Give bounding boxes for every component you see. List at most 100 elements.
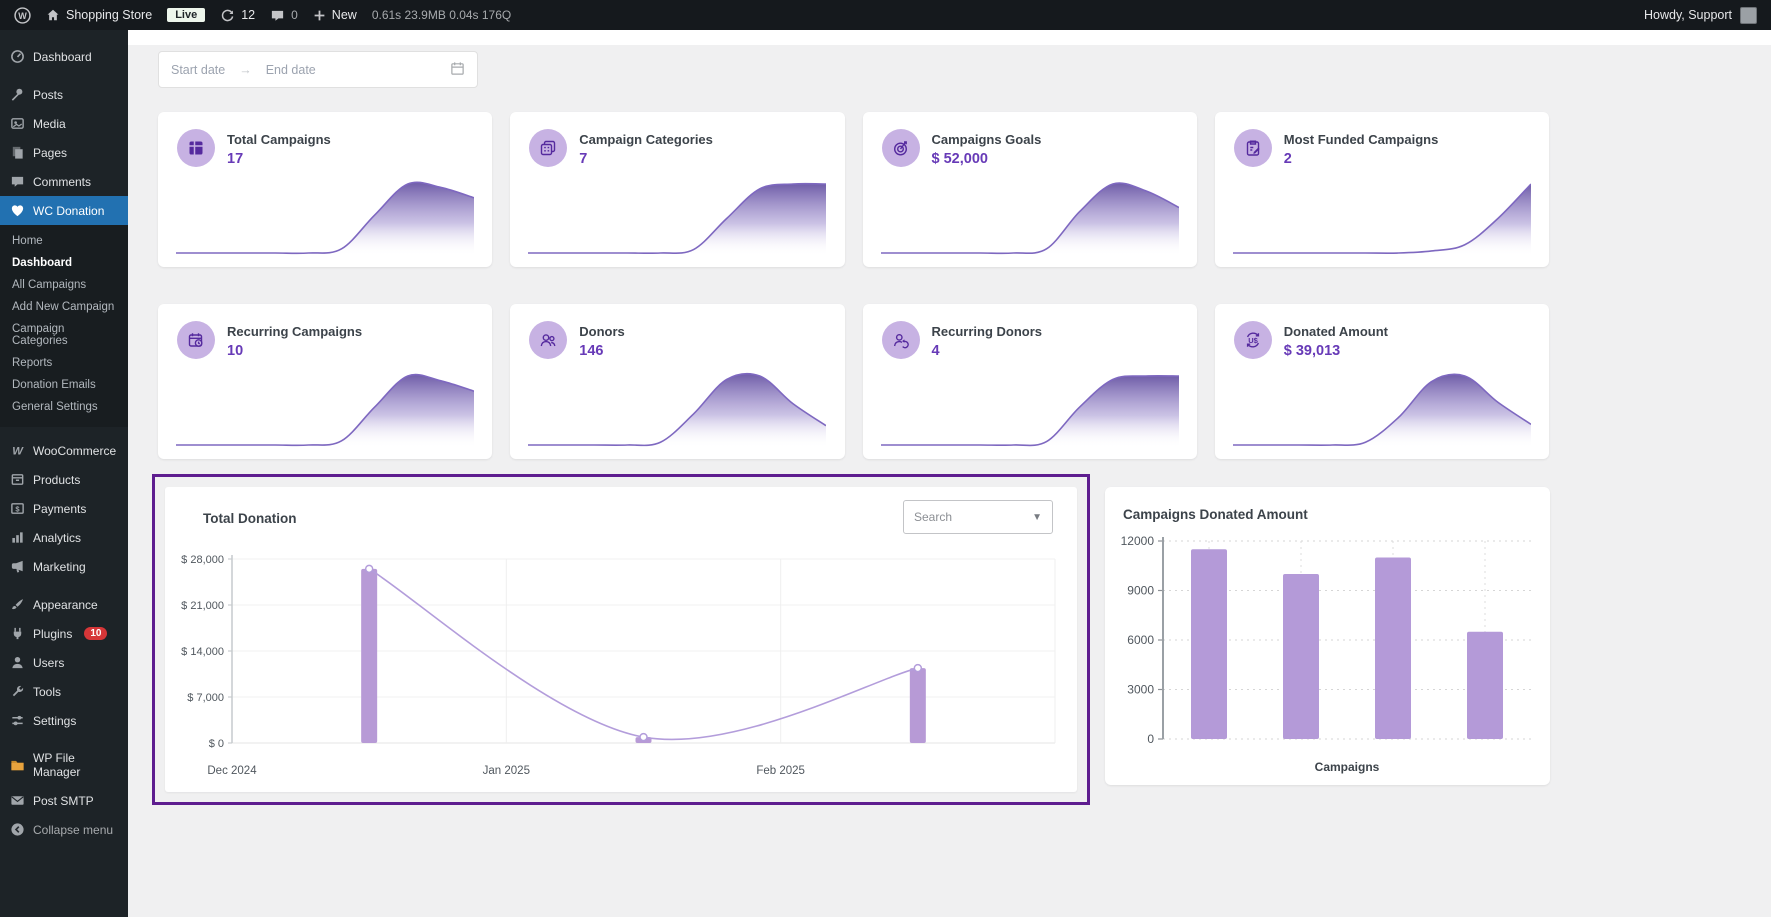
envelope-icon [10,793,25,808]
sidebar-item-wp-file-manager[interactable]: WP File Manager [0,744,128,786]
howdy-text: Howdy, Support [1643,8,1732,22]
sidebar-item-settings[interactable]: Settings [0,706,128,735]
sparkline-chart [176,373,474,448]
submenu-item-reports[interactable]: Reports [0,352,128,374]
start-date-input[interactable]: Start date [171,63,225,77]
card-value: 17 [227,151,244,167]
submenu-item-campaign-categories[interactable]: Campaign Categories [0,318,128,352]
account-menu[interactable]: Howdy, Support [1643,6,1757,24]
card-title: Donors [579,324,625,339]
stat-card-campaigns-goals: Campaigns Goals $ 52,000 [862,112,1197,267]
plus-icon [313,9,326,22]
card-value: 7 [579,151,588,167]
money-refresh-icon: U$ [1233,321,1272,359]
campaigns-donated-amount-title: Campaigns Donated Amount [1123,507,1308,522]
date-range-picker[interactable]: Start date → End date [158,51,478,88]
site-name-link[interactable]: Shopping Store [46,8,152,22]
categories-icon [529,129,568,167]
stat-card-donors: Donors 146 [510,304,845,459]
live-badge[interactable]: Live [167,8,206,22]
card-title: Most Funded Campaigns [1283,132,1439,147]
calendar-clock-icon [177,321,215,359]
sparkline-chart [880,374,1179,448]
submenu-item-home[interactable]: Home [0,230,128,252]
stat-cards-grid: Total Campaigns 17 Campaign Categories 7… [158,112,1549,459]
sidebar-item-media[interactable]: Media [0,109,128,138]
submenu-item-all-campaigns[interactable]: All Campaigns [0,274,128,296]
submenu-item-donation-emails[interactable]: Donation Emails [0,374,128,396]
sliders-icon [10,713,25,728]
sidebar-item-appearance[interactable]: Appearance [0,590,128,619]
svg-text:0: 0 [1147,732,1154,746]
wordpress-logo-icon[interactable]: W [14,6,31,24]
media-icon [10,116,25,131]
box-icon [10,472,25,487]
target-icon [881,129,920,167]
grid-icon [177,129,215,167]
card-title: Campaigns Goals [931,132,1042,147]
wc-donation-submenu: Home Dashboard All Campaigns Add New Cam… [0,225,128,427]
sidebar-item-products[interactable]: Products [0,465,128,494]
woocommerce-icon: W [10,443,25,458]
recurring-donor-icon [881,321,920,359]
comments-icon [10,174,25,189]
submenu-item-general-settings[interactable]: General Settings [0,396,128,418]
campaigns-donated-amount-card: Campaigns Donated Amount 0 3000 6000 9000 12… [1105,487,1550,785]
sidebar-item-pages[interactable]: Pages [0,138,128,167]
sidebar-item-users[interactable]: Users [0,648,128,677]
svg-text:$ 7,000: $ 7,000 [187,692,224,704]
submenu-item-dashboard[interactable]: Dashboard [0,252,128,274]
menu-separator [0,71,128,80]
megaphone-icon [10,559,25,574]
search-placeholder: Search [914,510,953,524]
bar-chart-icon [10,530,25,545]
calendar-icon [450,61,465,79]
updates-item[interactable]: 12 [220,8,255,23]
sidebar-item-comments[interactable]: Comments [0,167,128,196]
svg-text:U$: U$ [1248,336,1258,345]
pages-icon [10,145,25,160]
svg-text:$ 21,000: $ 21,000 [181,600,224,612]
sidebar-item-post-smtp[interactable]: Post SMTP [0,786,128,815]
date-range-arrow: → [239,62,252,77]
sidebar-item-wc-donation[interactable]: WC Donation [0,196,136,225]
sidebar-item-posts[interactable]: Posts [0,80,128,109]
dollar-card-icon: $ [10,501,25,516]
sidebar-item-analytics[interactable]: Analytics [0,523,128,552]
stat-card-recurring-campaigns: Recurring Campaigns 10 [158,304,493,459]
card-value: 2 [1283,151,1292,167]
submenu-item-add-new-campaign[interactable]: Add New Campaign [0,296,128,318]
comments-item[interactable]: 0 [270,8,298,23]
sidebar-item-tools[interactable]: Tools [0,677,128,706]
svg-text:W: W [18,10,27,20]
card-title: Total Campaigns [227,132,331,147]
sidebar-item-payments[interactable]: $ Payments [0,494,128,523]
svg-text:Jan 2025: Jan 2025 [483,765,530,777]
end-date-input[interactable]: End date [266,63,316,77]
sidebar-item-woocommerce[interactable]: W WooCommerce [0,436,128,465]
collapse-menu-button[interactable]: Collapse menu [0,815,128,844]
card-title: Donated Amount [1283,324,1388,339]
pushpin-icon [10,87,25,102]
sidebar-item-plugins[interactable]: Plugins 10 [0,619,128,648]
svg-text:9000: 9000 [1127,584,1154,598]
total-donation-title: Total Donation [203,511,297,526]
menu-separator [0,581,128,590]
content-top-strip [128,30,1771,45]
main-content: Start date → End date Total Campaigns 17… [128,30,1771,917]
chevron-down-icon: ▼ [1032,511,1042,523]
total-donation-highlight-frame: Total Donation Search ▼ $ 0 $ 7,000 $ 14,0… [152,474,1090,805]
new-item[interactable]: New [313,8,357,22]
sidebar-item-dashboard[interactable]: Dashboard [0,42,128,71]
menu-separator [0,427,128,436]
svg-text:Feb 2025: Feb 2025 [756,765,805,777]
sidebar-item-marketing[interactable]: Marketing [0,552,128,581]
clipboard-edit-icon [1233,129,1272,167]
sparkline-chart [1232,183,1531,256]
site-name: Shopping Store [66,8,153,22]
avatar [1740,6,1757,24]
comment-bubble-icon [270,8,285,23]
campaign-search-dropdown[interactable]: Search ▼ [903,500,1053,534]
update-count: 12 [241,8,256,22]
campaigns-donated-amount-chart: 0 3000 6000 9000 12000 Campaigns [1121,534,1531,774]
